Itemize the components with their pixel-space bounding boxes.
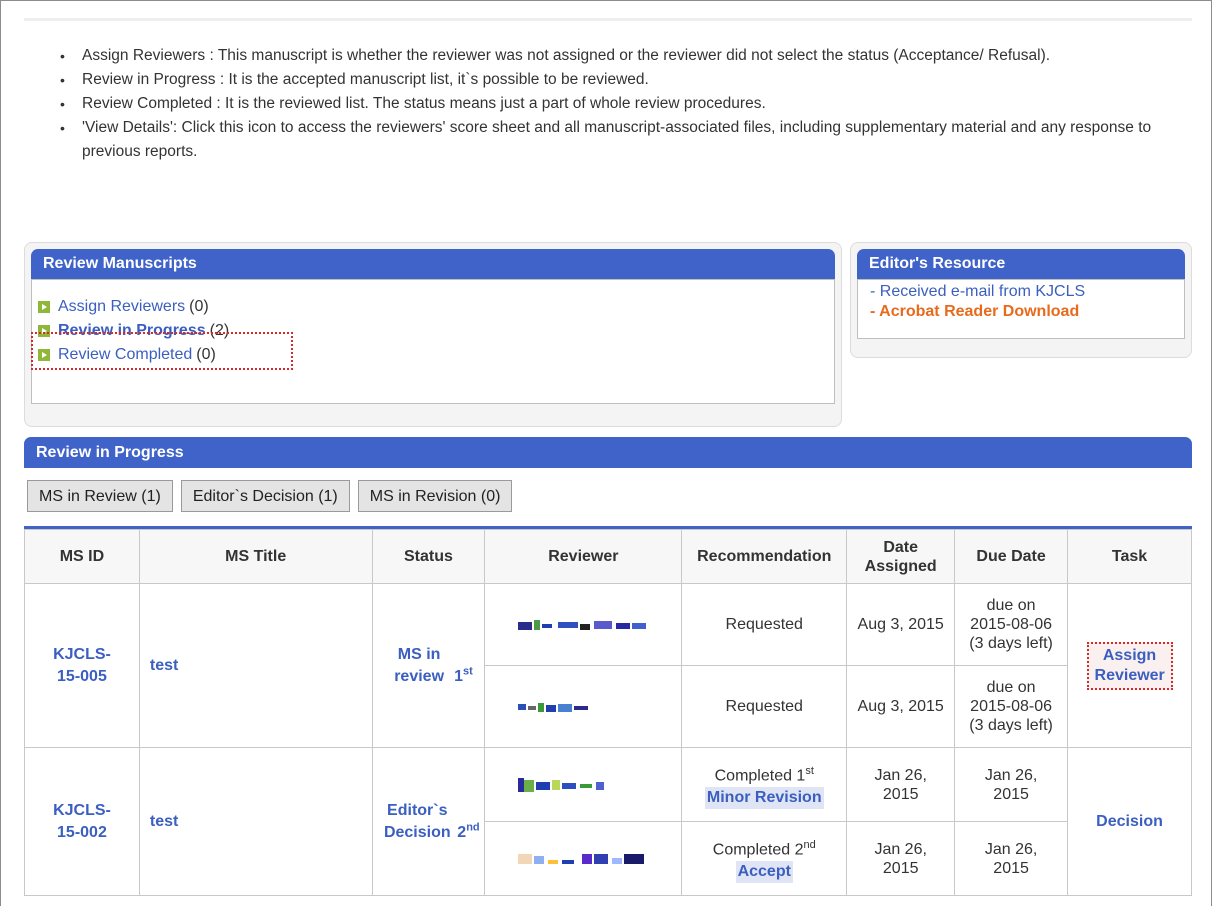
ms-title-cell: test (138, 747, 373, 896)
col-recommendation: Recommendation (681, 529, 848, 584)
status-cell: Editor`s Decision 2nd (371, 747, 486, 896)
note-item: Review Completed : It is the reviewed li… (54, 92, 1184, 116)
reco-result-badge: Minor Revision (704, 787, 824, 810)
status-cell: MS in review 1st (371, 583, 486, 748)
ms-title-link[interactable]: test (150, 813, 178, 830)
manuscripts-table: MS ID MS Title Status Reviewer Recommend… (24, 529, 1192, 896)
assign-reviewers-item[interactable]: Assign Reviewers (0) (32, 296, 834, 318)
due-date: 2015-08-06 (970, 616, 1053, 633)
acrobat-download-link[interactable]: - Acrobat Reader Download (870, 302, 1184, 322)
reviewer-cell (484, 821, 683, 896)
date-assigned-cell: Aug 3, 2015 (846, 665, 956, 748)
ms-title-link[interactable]: test (150, 657, 178, 674)
due-date-cell: Jan 26, 2015 (954, 821, 1069, 896)
assign-reviewer-link[interactable]: Assign Reviewer (1086, 641, 1173, 690)
days-left: (3 days left) (969, 635, 1053, 652)
table-row: KJCLS-15-005 test MS in review 1st Reques… (24, 583, 1192, 748)
highlight-box (31, 332, 293, 370)
date-assigned-cell: Aug 3, 2015 (846, 583, 956, 666)
reviewer-name-redacted[interactable] (518, 700, 648, 714)
due-date-cell: due on 2015-08-06 (3 days left) (954, 665, 1069, 748)
ms-id-cell: KJCLS-15-005 (24, 583, 140, 748)
col-date-assigned-label: Date Assigned (864, 538, 937, 575)
status-link[interactable]: Editor`s Decision 2nd (373, 800, 485, 844)
col-ms-title: MS Title (138, 529, 373, 584)
arrow-right-icon (38, 301, 50, 313)
editors-resource-panel: Editor's Resource - Received e-mail from… (850, 242, 1192, 358)
editors-resource-links: - Received e-mail from KJCLS - Acrobat R… (857, 279, 1185, 339)
instructions: Assign Reviewers : This manuscript is wh… (54, 44, 1184, 164)
table-row: KJCLS-15-002 test Editor`s Decision 2nd C… (24, 747, 1192, 896)
date-assigned: Jan 26, 2015 (874, 840, 927, 877)
ms-id-link[interactable]: KJCLS-15-005 (47, 644, 117, 688)
due-date-cell: due on 2015-08-06 (3 days left) (954, 583, 1069, 666)
task-cell: Decision (1067, 747, 1192, 896)
task-cell: Assign Reviewer (1067, 583, 1192, 748)
col-due-date: Due Date (954, 529, 1069, 584)
tab-editors-decision[interactable]: Editor`s Decision (1) (180, 480, 350, 512)
review-in-progress-header: Review in Progress (24, 437, 1192, 468)
date-assigned: Jan 26, 2015 (874, 766, 927, 803)
top-divider (24, 18, 1192, 21)
reviewer-cell (484, 665, 683, 748)
reviewer-cell (484, 747, 683, 822)
reco-status: Completed 1 (714, 767, 806, 785)
date-assigned-cell: Jan 26, 2015 (846, 747, 956, 822)
status-link[interactable]: MS in review 1st (373, 644, 485, 688)
due-label: due on (986, 597, 1036, 614)
tab-ms-in-revision[interactable]: MS in Revision (0) (357, 480, 513, 512)
due-label: due on (986, 679, 1036, 696)
item-count: (0) (189, 298, 209, 315)
recommendation-cell: Completed 2nd Accept (681, 821, 848, 896)
reco-result-badge: Accept (735, 861, 793, 884)
ms-id-cell: KJCLS-15-002 (24, 747, 140, 896)
due-date: Jan 26, 2015 (984, 766, 1038, 803)
note-item: Review in Progress : It is the accepted … (54, 68, 1184, 92)
status-ordinal: 1 (454, 667, 464, 685)
recommendation-cell: Completed 1st Minor Revision (681, 747, 848, 822)
due-date: 2015-08-06 (970, 698, 1053, 715)
recommendation-cell: Requested (681, 665, 848, 748)
col-reviewer: Reviewer (484, 529, 683, 584)
ms-title-cell: test (138, 583, 373, 748)
note-item: Assign Reviewers : This manuscript is wh… (54, 44, 1184, 68)
ms-id-link[interactable]: KJCLS-15-002 (47, 800, 117, 844)
status-ordinal-suffix: nd (466, 821, 480, 834)
reviewer-name-redacted[interactable] (518, 850, 648, 868)
assign-reviewers-link[interactable]: Assign Reviewers (58, 296, 185, 318)
status-tabs: MS in Review (1) Editor`s Decision (1) M… (27, 480, 513, 512)
status-text: MS in review (394, 645, 445, 685)
panel-title: Editor's Resource (857, 249, 1185, 279)
date-assigned-cell: Jan 26, 2015 (846, 821, 956, 896)
note-item: 'View Details': Click this icon to acces… (54, 116, 1184, 164)
col-status: Status (371, 529, 486, 584)
reviewer-name-redacted[interactable] (518, 618, 648, 632)
table-header-row: MS ID MS Title Status Reviewer Recommend… (24, 529, 1192, 584)
reco-ordinal-suffix: st (805, 764, 814, 777)
received-email-link[interactable]: - Received e-mail from KJCLS (870, 282, 1184, 302)
due-date-cell: Jan 26, 2015 (954, 747, 1069, 822)
task-label: Assign Reviewer (1094, 646, 1165, 684)
tab-ms-in-review[interactable]: MS in Review (1) (27, 480, 173, 512)
reco-status: Completed 2 (712, 841, 804, 859)
due-date: Jan 26, 2015 (984, 840, 1038, 877)
panel-title: Review Manuscripts (31, 249, 835, 279)
status-text: Editor`s Decision (383, 801, 451, 841)
reviewer-name-redacted[interactable] (518, 776, 648, 794)
col-ms-id: MS ID (24, 529, 140, 584)
col-date-assigned: Date Assigned (846, 529, 956, 584)
reco-ordinal-suffix: nd (803, 838, 816, 851)
days-left: (3 days left) (969, 717, 1053, 734)
status-ordinal: 2 (457, 823, 467, 841)
reviewer-cell (484, 583, 683, 666)
recommendation-cell: Requested (681, 583, 848, 666)
col-task: Task (1067, 529, 1192, 584)
status-ordinal-suffix: st (463, 665, 473, 678)
decision-link[interactable]: Decision (1096, 813, 1163, 830)
